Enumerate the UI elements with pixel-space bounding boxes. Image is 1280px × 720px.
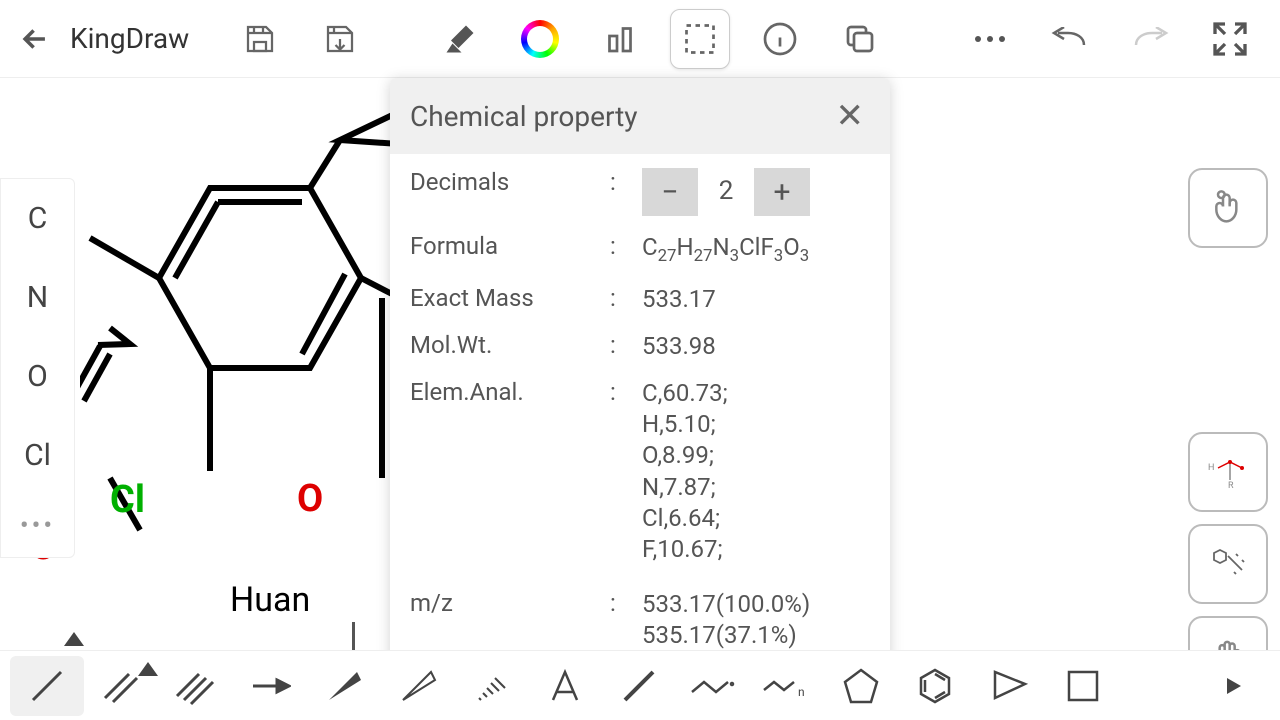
element-more[interactable]: ••• xyxy=(1,495,74,557)
right-tools: HR xyxy=(1188,168,1268,696)
wedge-solid-button[interactable] xyxy=(306,656,380,716)
atom-label-cl: Cl xyxy=(110,478,145,522)
toolbar-next-button[interactable] xyxy=(1196,656,1270,716)
undo-button[interactable] xyxy=(1040,9,1100,69)
zigzag-n-button[interactable]: n xyxy=(750,656,824,716)
app-title: KingDraw xyxy=(70,22,200,55)
benzene-button[interactable] xyxy=(898,656,972,716)
element-c[interactable]: C xyxy=(1,179,74,258)
close-button[interactable]: ✕ xyxy=(830,96,871,136)
wedge-hollow-button[interactable] xyxy=(380,656,454,716)
decimals-decrement[interactable]: − xyxy=(642,168,698,216)
exact-mass-value: 533.17 xyxy=(642,284,870,315)
square-button[interactable] xyxy=(1046,656,1120,716)
formula-value: C27H27N3ClF3O3 xyxy=(642,232,870,268)
arrow-bond-button[interactable] xyxy=(232,656,306,716)
triangle-button[interactable] xyxy=(972,656,1046,716)
atom-label-o-right: O xyxy=(297,477,323,521)
panel-header: Chemical property ✕ xyxy=(390,78,890,154)
save-as-button[interactable] xyxy=(310,9,370,69)
single-bond-button[interactable] xyxy=(10,656,84,716)
eraser-button[interactable] xyxy=(430,9,490,69)
decimals-increment[interactable]: + xyxy=(754,168,810,216)
svg-text:H: H xyxy=(1208,463,1214,473)
magic-tool-button[interactable] xyxy=(1188,524,1268,604)
element-palette: C N O Cl ••• xyxy=(0,178,75,558)
mz-value: 533.17(100.0%) 535.17(37.1%) xyxy=(642,589,870,651)
mol-wt-label: Mol.Wt. xyxy=(410,331,610,359)
fragment-tool-button[interactable]: HR xyxy=(1188,432,1268,512)
color-ring-icon xyxy=(521,20,559,58)
fullscreen-button[interactable] xyxy=(1200,9,1260,69)
bond-toolbar: n xyxy=(0,650,1280,720)
copy-button[interactable] xyxy=(830,9,890,69)
long-bond-button[interactable] xyxy=(602,656,676,716)
panel-body: Decimals : − 2 + Formula : C27H27N3ClF3O… xyxy=(390,154,890,672)
element-n[interactable]: N xyxy=(1,258,74,337)
element-cl[interactable]: Cl xyxy=(1,416,74,495)
hashed-wedge-button[interactable] xyxy=(454,656,528,716)
element-o[interactable]: O xyxy=(1,337,74,416)
back-button[interactable] xyxy=(10,14,60,64)
snap-button[interactable] xyxy=(590,9,650,69)
pentagon-button[interactable] xyxy=(824,656,898,716)
gesture-tool-button[interactable] xyxy=(1188,168,1268,248)
svg-text:n: n xyxy=(798,685,805,699)
more-menu-button[interactable] xyxy=(960,9,1020,69)
decimals-value: 2 xyxy=(698,175,754,209)
redo-button[interactable] xyxy=(1120,9,1180,69)
elem-anal-value: C,60.73; H,5.10; O,8.99; N,7.87; Cl,6.64… xyxy=(642,378,870,565)
structure-label: Huan xyxy=(230,580,310,620)
text-label-button[interactable] xyxy=(528,656,602,716)
canvas-area[interactable]: Cl O O Huan C N O Cl ••• HR Chemical pro… xyxy=(0,78,1280,650)
color-button[interactable] xyxy=(510,9,570,69)
mz-label: m/z xyxy=(410,589,610,617)
chain-button[interactable] xyxy=(676,656,750,716)
info-button[interactable] xyxy=(750,9,810,69)
mol-wt-value: 533.98 xyxy=(642,331,870,362)
panel-title: Chemical property xyxy=(410,100,638,133)
top-toolbar: KingDraw xyxy=(0,0,1280,78)
exact-mass-label: Exact Mass xyxy=(410,284,610,312)
save-button[interactable] xyxy=(230,9,290,69)
decimals-label: Decimals xyxy=(410,168,610,196)
triple-bond-button[interactable] xyxy=(158,656,232,716)
lasso-select-button[interactable] xyxy=(670,9,730,69)
chemical-property-panel: Chemical property ✕ Decimals : − 2 + For… xyxy=(390,78,890,672)
formula-label: Formula xyxy=(410,232,610,260)
elem-anal-label: Elem.Anal. xyxy=(410,378,610,406)
decimals-stepper: − 2 + xyxy=(642,168,810,216)
svg-text:R: R xyxy=(1228,481,1234,490)
